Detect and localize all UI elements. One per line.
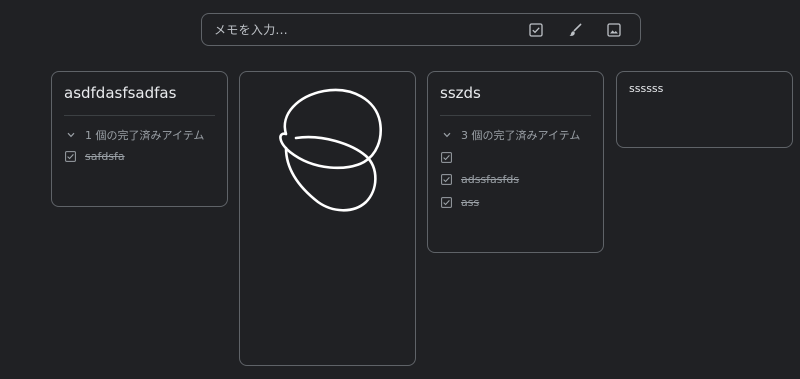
chevron-down-icon bbox=[66, 130, 76, 140]
list-item[interactable]: safdsfa bbox=[65, 150, 125, 163]
chevron-down-icon bbox=[442, 130, 452, 140]
divider bbox=[440, 115, 591, 116]
list-item[interactable]: ass bbox=[441, 196, 479, 209]
checked-box-icon[interactable] bbox=[441, 174, 452, 185]
list-item[interactable]: adssfasfds bbox=[441, 173, 519, 186]
checked-box-icon[interactable] bbox=[65, 151, 76, 162]
keep-notes-board: メモを入力... asdfdasfsadfas 1 個の完了済みアイテム saf… bbox=[0, 0, 800, 379]
checked-box-icon[interactable] bbox=[441, 152, 452, 163]
take-note-bar[interactable]: メモを入力... bbox=[201, 13, 641, 46]
drawing-image bbox=[279, 88, 382, 212]
list-item-text: ass bbox=[461, 196, 480, 209]
note-title: sszds bbox=[440, 84, 481, 102]
drawing-note-card[interactable] bbox=[239, 71, 416, 366]
note-card[interactable]: ssssss bbox=[616, 71, 793, 148]
brush-icon bbox=[569, 23, 582, 36]
take-note-placeholder[interactable]: メモを入力... bbox=[202, 21, 523, 38]
completed-items-toggle[interactable]: 3 個の完了済みアイテム bbox=[442, 127, 580, 143]
list-item[interactable] bbox=[441, 152, 461, 163]
list-item-text: adssfasfds bbox=[461, 173, 520, 186]
new-image-button[interactable] bbox=[601, 17, 627, 43]
note-body-text: ssssss bbox=[629, 82, 664, 95]
completed-items-label: 1 個の完了済みアイテム bbox=[85, 129, 205, 142]
note-card[interactable]: sszds 3 個の完了済みアイテム adssfasfds ass bbox=[427, 71, 604, 253]
checkbox-icon bbox=[529, 22, 543, 37]
list-item-text: safdsfa bbox=[85, 150, 125, 163]
note-card[interactable]: asdfdasfsadfas 1 個の完了済みアイテム safdsfa bbox=[51, 71, 228, 207]
divider bbox=[64, 115, 215, 116]
new-drawing-button[interactable] bbox=[562, 17, 588, 43]
checked-box-icon[interactable] bbox=[441, 197, 452, 208]
image-icon bbox=[607, 22, 621, 37]
completed-items-label: 3 個の完了済みアイテム bbox=[461, 129, 581, 142]
completed-items-toggle[interactable]: 1 個の完了済みアイテム bbox=[66, 127, 204, 143]
new-list-button[interactable] bbox=[523, 17, 549, 43]
note-title: asdfdasfsadfas bbox=[64, 84, 177, 102]
